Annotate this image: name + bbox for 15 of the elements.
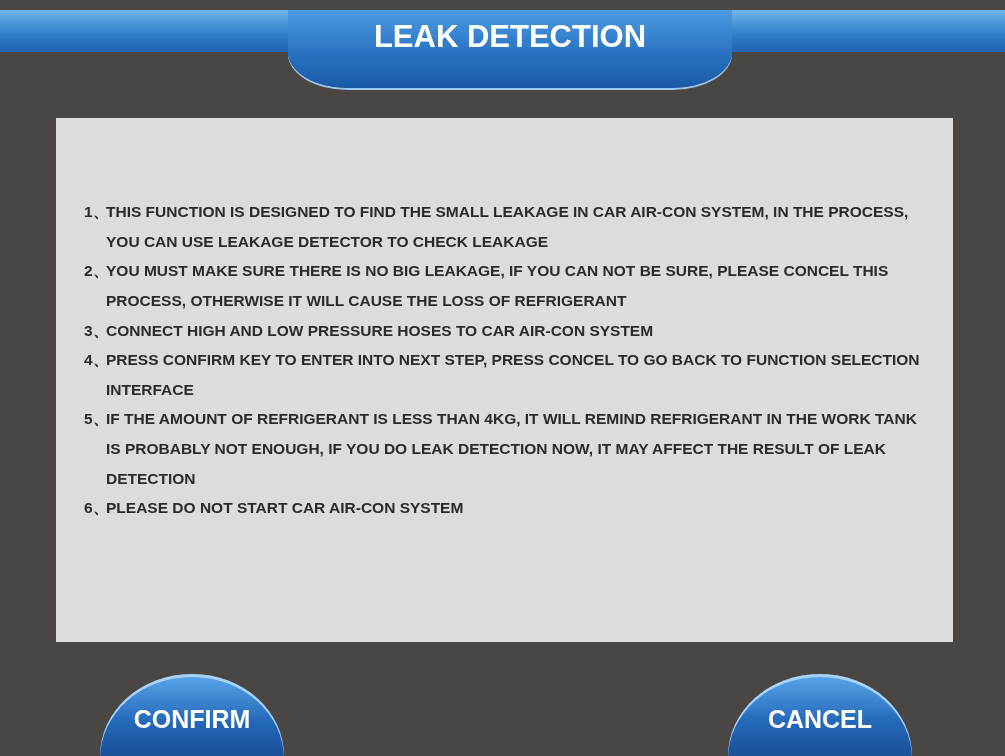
dome-button[interactable]: CANCEL: [728, 674, 912, 756]
instruction-text: PRESS CONFIRM KEY TO ENTER INTO NEXT STEP, PRESS CONCEL TO GO BACK TO FUNCTION SELECTION INTERFACE: [106, 350, 921, 400]
dome-button[interactable]: CONFIRM: [100, 674, 284, 756]
instruction-number: 4、: [84, 350, 106, 371]
instruction-number: 6、: [84, 498, 106, 519]
screen-title: LEAK DETECTION: [373, 19, 647, 55]
instruction-number: 3、: [84, 320, 106, 341]
instruction-text: IF THE AMOUNT OF REFRIGERANT IS LESS THAN 4KG, IT WILL REMIND REFRIGERANT IN THE WORK TANK IS PROBABLY NOT ENOUGH, IF YOU DO LEAK DETECTION NOW, IT MAY AFFECT THE RESULT OF LEAK DETECTION: [106, 409, 918, 489]
instruction-text: CONNECT HIGH AND LOW PRESSURE HOSES TO CAR AIR-CON SYSTEM: [106, 320, 655, 341]
instruction-text: YOU MUST MAKE SURE THERE IS NO BIG LEAKAGE, IF YOU CAN NOT BE SURE, PLEASE CONCEL THIS PROCESS, OTHERWISE IT WILL CAUSE THE LOSS OF REFRIGERANT: [106, 261, 890, 311]
instruction-number: 1、: [84, 202, 106, 223]
instruction-number: 2、: [84, 261, 106, 282]
instruction-number: 5、: [84, 409, 106, 430]
instruction-text: THIS FUNCTION IS DESIGNED TO FIND THE SMALL LEAKAGE IN CAR AIR-CON SYSTEM, IN THE PROCESS, YOU CAN USE LEAKAGE DETECTOR TO CHECK LEAKAGE: [106, 202, 910, 252]
instruction-text: PLEASE DO NOT START CAR AIR-CON SYSTEM: [106, 498, 465, 519]
